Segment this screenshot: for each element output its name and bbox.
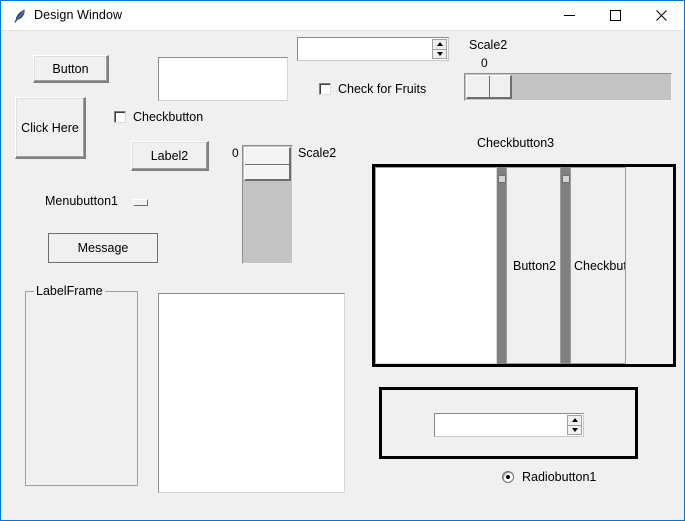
checkbutton1-label: Checkbutton [133,110,204,124]
scale-vertical-value: 0 [232,146,239,160]
message-widget: Message [48,233,158,263]
sash-grip-icon[interactable] [562,175,570,183]
spinbox-bottom-arrows[interactable] [567,415,582,435]
spinbox-top-arrows[interactable] [432,39,447,59]
scale-horizontal-value: 0 [481,56,488,70]
maximize-icon[interactable] [592,1,638,30]
entry1[interactable] [158,57,288,101]
paned-pane-checkbutton-label: Checkbut [574,258,626,273]
scale-vertical-label: Scale2 [298,146,337,160]
spinbox-bottom[interactable] [434,413,584,437]
check-for-fruits-box[interactable] [319,83,331,95]
radiobutton1-label: Radiobutton1 [522,470,597,484]
scale-horizontal-slider[interactable] [466,75,512,99]
scale-vertical[interactable] [242,145,293,264]
minimize-icon[interactable] [546,1,592,30]
spinbox-up-icon[interactable] [567,415,582,425]
paned-sash-1[interactable] [497,167,506,364]
check-for-fruits[interactable]: Check for Fruits [319,82,426,96]
radio-circle[interactable] [502,471,514,483]
paned-pane-button2[interactable]: Button2 [506,167,561,364]
menubutton1[interactable]: Menubutton1 [45,194,118,208]
check-for-fruits-label: Check for Fruits [338,82,427,96]
click-here-button[interactable]: Click Here [15,97,86,159]
feather-icon [11,7,29,25]
labelframe-title: LabelFrame [34,284,105,298]
scale-horizontal[interactable] [464,73,672,101]
spinbox-down-icon[interactable] [432,48,447,59]
labelframe: LabelFrame [25,284,138,486]
click-here-label: Click Here [21,120,79,135]
paned-pane-checkbutton[interactable]: Checkbut [570,167,626,364]
checkbutton3-label: Checkbutton3 [477,136,555,150]
label2-widget: Label2 [131,141,209,171]
menubutton1-label: Menubutton1 [45,194,118,208]
message-label: Message [77,241,129,255]
window-title: Design Window [34,8,123,22]
checkbutton1[interactable]: Checkbutton [114,110,203,124]
paned-pane-empty[interactable] [626,167,673,364]
paned-pane-button2-label: Button2 [513,258,557,273]
bottom-frame [379,387,638,459]
paned-pane-listbox[interactable] [375,167,497,364]
spinbox-down-icon[interactable] [567,424,582,435]
text-area[interactable] [158,293,345,493]
spinbox-up-icon[interactable] [432,39,447,49]
scale-horizontal-label: Scale2 [469,38,508,52]
menubutton-indicator-icon[interactable] [133,199,148,206]
checkbox-box[interactable] [114,111,126,123]
paned-window: Button2 Checkbut [372,164,676,367]
sash-grip-icon[interactable] [498,175,506,183]
scale-vertical-slider[interactable] [244,147,291,181]
button-button[interactable]: Button [33,55,109,83]
radiobutton1[interactable]: Radiobutton1 [502,470,596,484]
design-window: Design Window Button Click Here Checkbut… [0,0,685,521]
label2-text: Label2 [150,148,189,163]
close-icon[interactable] [638,1,684,30]
spinbox-top[interactable] [297,37,449,61]
button-label: Button [52,61,89,76]
paned-sash-2[interactable] [561,167,570,364]
title-bar: Design Window [1,1,684,31]
